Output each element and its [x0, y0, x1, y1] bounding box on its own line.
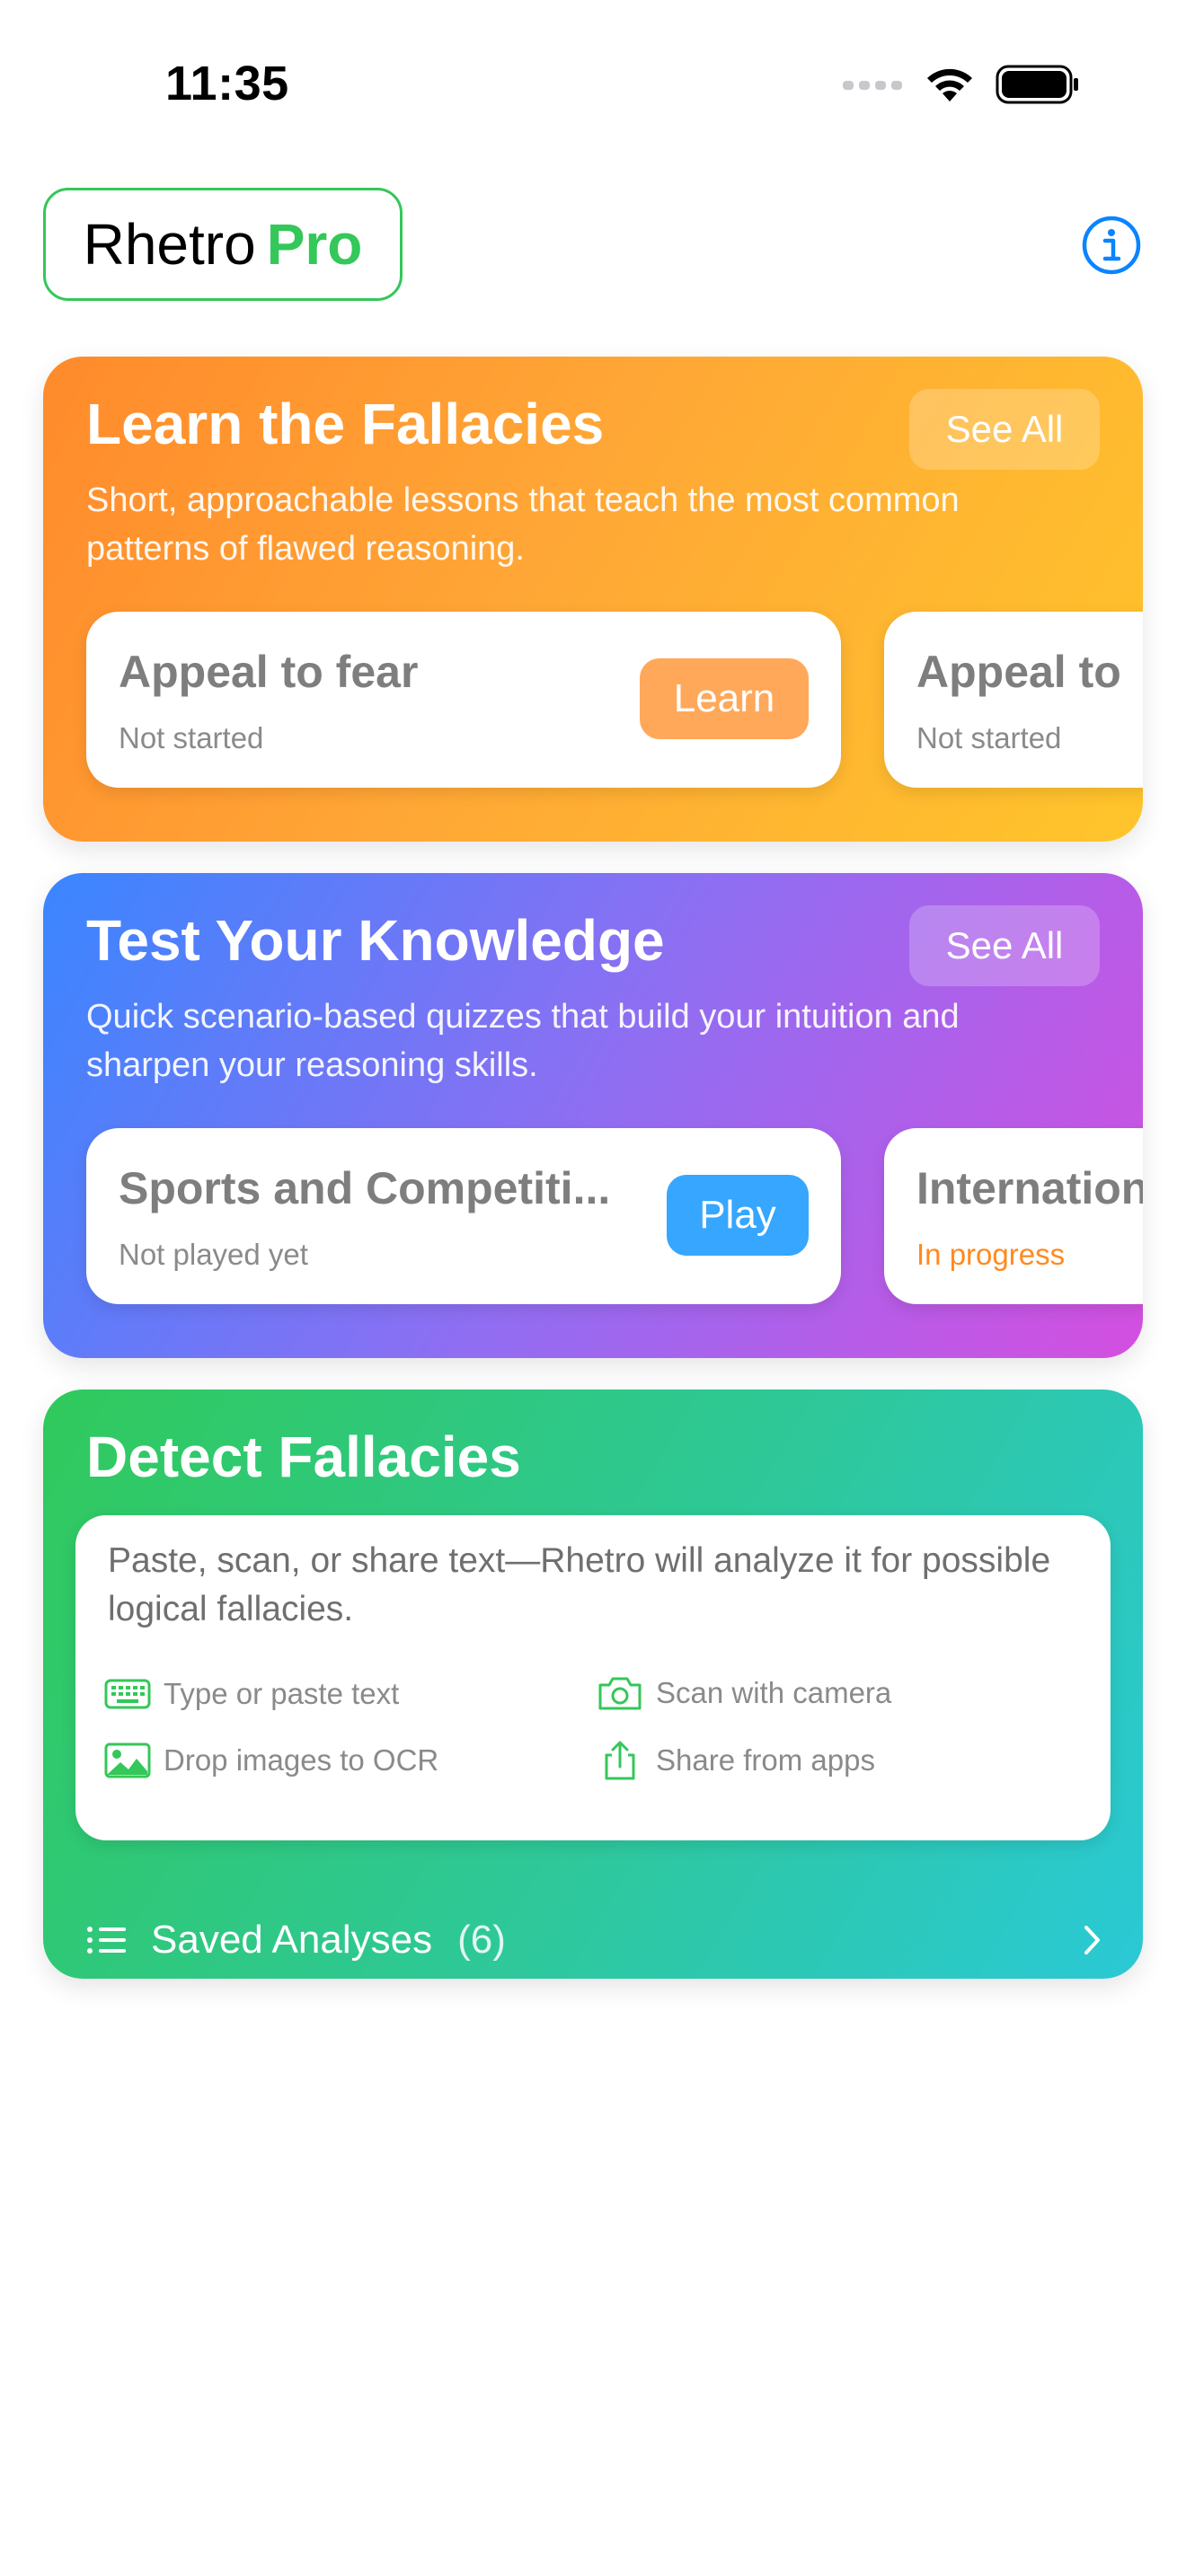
detect-input-panel[interactable]: Paste, scan, or share text—Rhetro will a… — [75, 1515, 1111, 1840]
detect-title: Detect Fallacies — [86, 1425, 521, 1489]
quiz-item-title: Sports and Competiti... — [119, 1163, 611, 1213]
list-icon — [87, 1927, 126, 1954]
quiz-see-all-button[interactable]: See All — [909, 905, 1100, 986]
wifi-icon — [927, 68, 972, 101]
quiz-card-peek[interactable]: Internation In progress — [884, 1128, 1143, 1304]
pro-label: Pro — [266, 212, 363, 277]
detect-fallacies-card: Detect Fallacies Paste, scan, or share t… — [43, 1389, 1143, 1979]
detect-description: Paste, scan, or share text—Rhetro will a… — [108, 1541, 1051, 1628]
status-icons — [843, 65, 1080, 104]
quiz-title: Test Your Knowledge — [86, 908, 665, 973]
chevron-right-icon — [1084, 1926, 1100, 1954]
photo-icon — [104, 1742, 151, 1778]
camera-icon — [598, 1677, 642, 1710]
brand-name: Rhetro — [83, 212, 256, 277]
test-knowledge-card: Test Your Knowledge See All Quick scenar… — [43, 873, 1143, 1358]
info-icon[interactable] — [1082, 216, 1141, 275]
signal-icon — [843, 81, 902, 90]
rhetro-pro-badge[interactable]: Rhetro Pro — [43, 188, 403, 301]
feature-share-apps: Share from apps — [597, 1740, 875, 1781]
share-icon — [605, 1741, 635, 1780]
lesson-status: Not started — [119, 721, 264, 754]
lesson-card[interactable]: Appeal to fear Not started Learn — [86, 612, 841, 788]
lesson-status: Not started — [916, 721, 1062, 754]
feature-label: Drop images to OCR — [164, 1743, 439, 1777]
battery-icon — [996, 65, 1078, 104]
learn-see-all-button[interactable]: See All — [909, 389, 1100, 470]
feature-label: Share from apps — [656, 1743, 875, 1777]
feature-label: Scan with camera — [656, 1676, 892, 1709]
feature-type-text: Type or paste text — [104, 1677, 399, 1711]
quiz-item-title: Internation — [916, 1163, 1143, 1213]
quiz-card[interactable]: Sports and Competiti... Not played yet P… — [86, 1128, 841, 1304]
saved-analyses-label: Saved Analyses — [151, 1918, 433, 1962]
learn-title: Learn the Fallacies — [86, 392, 605, 456]
learn-button[interactable]: Learn — [640, 658, 809, 739]
quiz-item-status: Not played yet — [119, 1238, 308, 1271]
feature-scan-camera: Scan with camera — [597, 1674, 891, 1712]
learn-description: Short, approachable lessons that teach t… — [86, 481, 960, 568]
learn-fallacies-card: Learn the Fallacies See All Short, appro… — [43, 357, 1143, 842]
quiz-description: Quick scenario-based quizzes that build … — [86, 998, 960, 1084]
lesson-card-peek[interactable]: Appeal to Not started — [884, 612, 1143, 788]
keyboard-icon — [104, 1679, 151, 1709]
saved-analyses-count: (6) — [457, 1918, 506, 1962]
play-button[interactable]: Play — [667, 1175, 809, 1256]
lesson-title: Appeal to — [916, 647, 1121, 697]
quiz-item-status: In progress — [916, 1238, 1066, 1271]
lesson-title: Appeal to fear — [119, 647, 419, 697]
status-time: 11:35 — [165, 57, 289, 110]
feature-drop-images: Drop images to OCR — [104, 1742, 438, 1778]
saved-analyses-row[interactable]: Saved Analyses (6) — [86, 1918, 1102, 1963]
feature-label: Type or paste text — [164, 1677, 400, 1710]
